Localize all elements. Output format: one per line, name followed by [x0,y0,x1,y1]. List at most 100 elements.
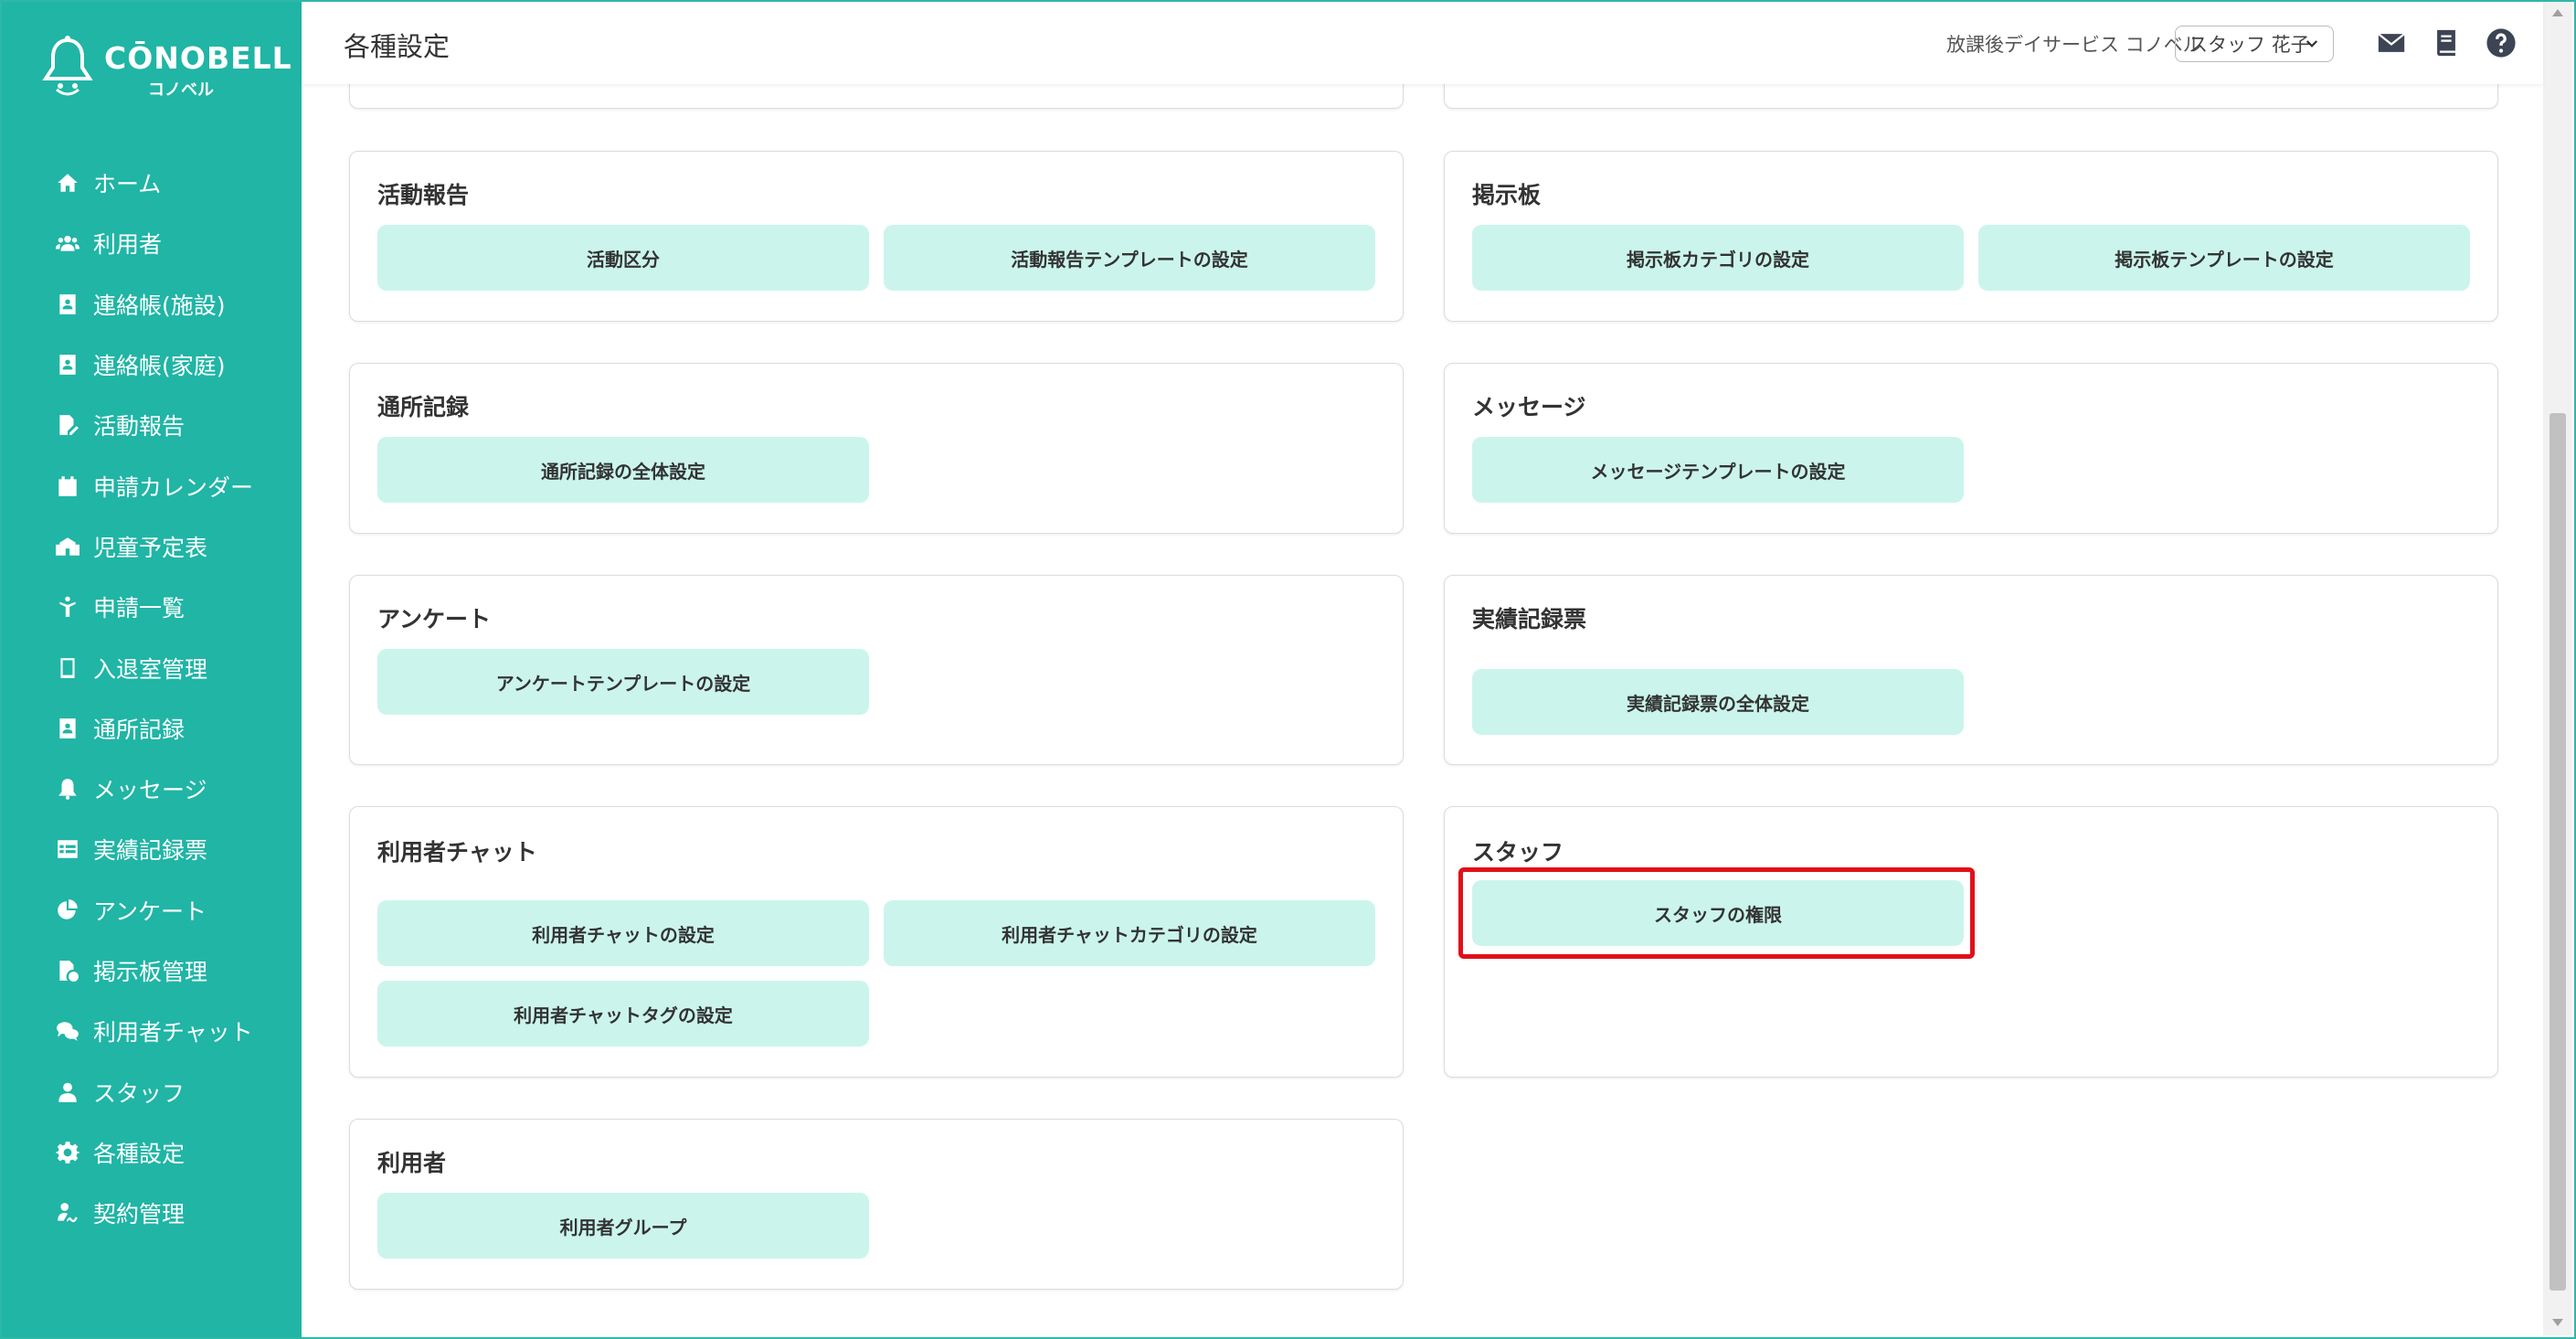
scrollbar[interactable] [2543,2,2572,1335]
page-title: 各種設定 [344,31,451,62]
card-staff: スタッフ スタッフの権限 [1444,806,2498,1078]
sidebar-item-label: 掲示板管理 [93,959,208,985]
chat-tag-button[interactable]: 利用者チャットタグの設定 [377,981,869,1047]
settings-card-partial [349,84,1404,109]
app-logo[interactable]: CŌNOBELL コノベル [40,35,292,100]
sidebar-item-records[interactable]: 実績記録票 [2,819,302,879]
sidebar-item-label: 通所記録 [93,716,186,743]
sidebar-item-users[interactable]: 利用者 [2,213,302,273]
card-title: 掲示板 [1472,182,1542,208]
sidebar: CŌNOBELL コノベル ホーム 利用者 連絡帳(施設) 連絡帳(家庭) 活動… [2,2,302,1337]
activity-template-button[interactable]: 活動報告テンプレートの設定 [884,225,1375,291]
logo-text: CŌNOBELL [104,40,292,76]
activity-category-button[interactable]: 活動区分 [377,225,869,291]
board-category-button[interactable]: 掲示板カテゴリの設定 [1472,225,1964,291]
sidebar-item-contract[interactable]: 契約管理 [2,1183,302,1243]
records-settings-button[interactable]: 実績記録票の全体設定 [1472,669,1964,735]
chat-icon [55,1018,80,1044]
facility-name: 放課後デイサービス コノベル [1946,34,2202,56]
board-template-button[interactable]: 掲示板テンプレートの設定 [1978,225,2470,291]
user-group-button[interactable]: 利用者グループ [377,1193,869,1259]
sidebar-item-label: アンケート [93,898,207,925]
sidebar-item-home[interactable]: ホーム [2,153,302,213]
attendance-settings-button[interactable]: 通所記録の全体設定 [377,437,869,503]
calendar-icon [55,473,80,499]
staff-select[interactable]: スタッフ 花子 [2175,26,2334,62]
sidebar-item-label: 各種設定 [93,1140,186,1167]
table-icon [55,836,80,862]
card-attendance: 通所記録 通所記録の全体設定 [349,363,1404,534]
sidebar-item-message[interactable]: メッセージ [2,759,302,819]
sidebar-item-label: 入退室管理 [93,655,208,683]
sidebar-item-label: 利用者チャット [93,1019,253,1047]
users-icon [55,230,80,256]
sidebar-item-schedule[interactable]: 児童予定表 [2,516,302,577]
staff-icon [55,1079,80,1105]
logo-subtext: コノベル [148,80,214,100]
tablet-icon [55,655,80,681]
file-clock-icon [55,958,80,983]
sidebar-item-activity-report[interactable]: 活動報告 [2,395,302,455]
sidebar-item-staff[interactable]: スタッフ [2,1061,302,1121]
bell-logo-icon [42,36,93,96]
sidebar-item-attendance[interactable]: 通所記録 [2,698,302,759]
card-activity-report: 活動報告 活動区分 活動報告テンプレートの設定 [349,151,1404,322]
card-title: 利用者 [377,1150,447,1176]
card-title: 実績記録票 [1472,606,1587,632]
scroll-thumb[interactable] [2549,413,2566,1291]
staff-name: スタッフ 花子 [2189,34,2310,56]
sidebar-nav: ホーム 利用者 連絡帳(施設) 連絡帳(家庭) 活動報告 申請カレンダー 児童予… [2,153,302,1243]
book-icon[interactable] [2431,27,2462,58]
pie-chart-icon [55,898,80,923]
contact-book-icon [55,716,80,741]
card-users: 利用者 利用者グループ [349,1119,1404,1290]
sidebar-item-calendar[interactable]: 申請カレンダー [2,455,302,515]
message-template-button[interactable]: メッセージテンプレートの設定 [1472,437,1964,503]
chat-category-button[interactable]: 利用者チャットカテゴリの設定 [884,900,1375,966]
sidebar-item-label: 契約管理 [93,1201,186,1228]
child-icon [55,594,80,620]
settings-card-partial [1444,84,2498,109]
card-title: 活動報告 [377,182,470,208]
sidebar-item-label: 児童予定表 [93,534,208,561]
sidebar-item-label: スタッフ [93,1079,186,1107]
card-message: メッセージ メッセージテンプレートの設定 [1444,363,2498,534]
help-icon[interactable] [2486,27,2517,58]
card-survey: アンケート アンケートテンプレートの設定 [349,575,1404,765]
sidebar-item-survey[interactable]: アンケート [2,880,302,940]
main-content: 活動報告 活動区分 活動報告テンプレートの設定 掲示板 掲示板カテゴリの設定 掲… [302,84,2543,1335]
school-icon [55,534,80,559]
card-board: 掲示板 掲示板カテゴリの設定 掲示板テンプレートの設定 [1444,151,2498,322]
card-title: スタッフ [1472,839,1564,866]
card-records: 実績記録票 実績記録票の全体設定 [1444,575,2498,765]
card-title: アンケート [377,606,492,632]
gear-icon [55,1140,80,1165]
sidebar-item-label: ホーム [93,171,162,198]
chat-settings-button[interactable]: 利用者チャットの設定 [377,900,869,966]
sidebar-item-label: 活動報告 [93,413,186,441]
sidebar-item-settings[interactable]: 各種設定 [2,1122,302,1183]
scroll-up-arrow-icon[interactable] [2552,9,2563,16]
survey-template-button[interactable]: アンケートテンプレートの設定 [377,649,869,715]
sidebar-item-label: 実績記録票 [93,837,208,865]
card-user-chat: 利用者チャット 利用者チャットの設定 利用者チャットカテゴリの設定 利用者チャッ… [349,806,1404,1078]
mail-icon[interactable] [2376,27,2407,58]
card-title: メッセージ [1472,394,1586,420]
sidebar-item-contact-home[interactable]: 連絡帳(家庭) [2,335,302,395]
sidebar-item-user-chat[interactable]: 利用者チャット [2,1001,302,1061]
sidebar-item-board[interactable]: 掲示板管理 [2,940,302,1001]
sidebar-item-entry-exit[interactable]: 入退室管理 [2,637,302,697]
bell-icon [55,776,80,802]
sidebar-item-label: 連絡帳(施設) [93,292,226,319]
sidebar-item-contact-facility[interactable]: 連絡帳(施設) [2,274,302,335]
sidebar-item-label: 申請一覧 [93,595,186,622]
scroll-down-arrow-icon[interactable] [2552,1319,2563,1326]
sidebar-item-applications[interactable]: 申請一覧 [2,577,302,637]
contact-book-icon [55,292,80,317]
sidebar-item-label: 申請カレンダー [93,473,254,501]
chevron-down-icon [2306,40,2318,48]
contact-book-icon [55,352,80,377]
card-title: 利用者チャット [377,839,537,866]
sidebar-item-label: 連絡帳(家庭) [93,353,226,380]
card-title: 通所記録 [377,394,470,420]
